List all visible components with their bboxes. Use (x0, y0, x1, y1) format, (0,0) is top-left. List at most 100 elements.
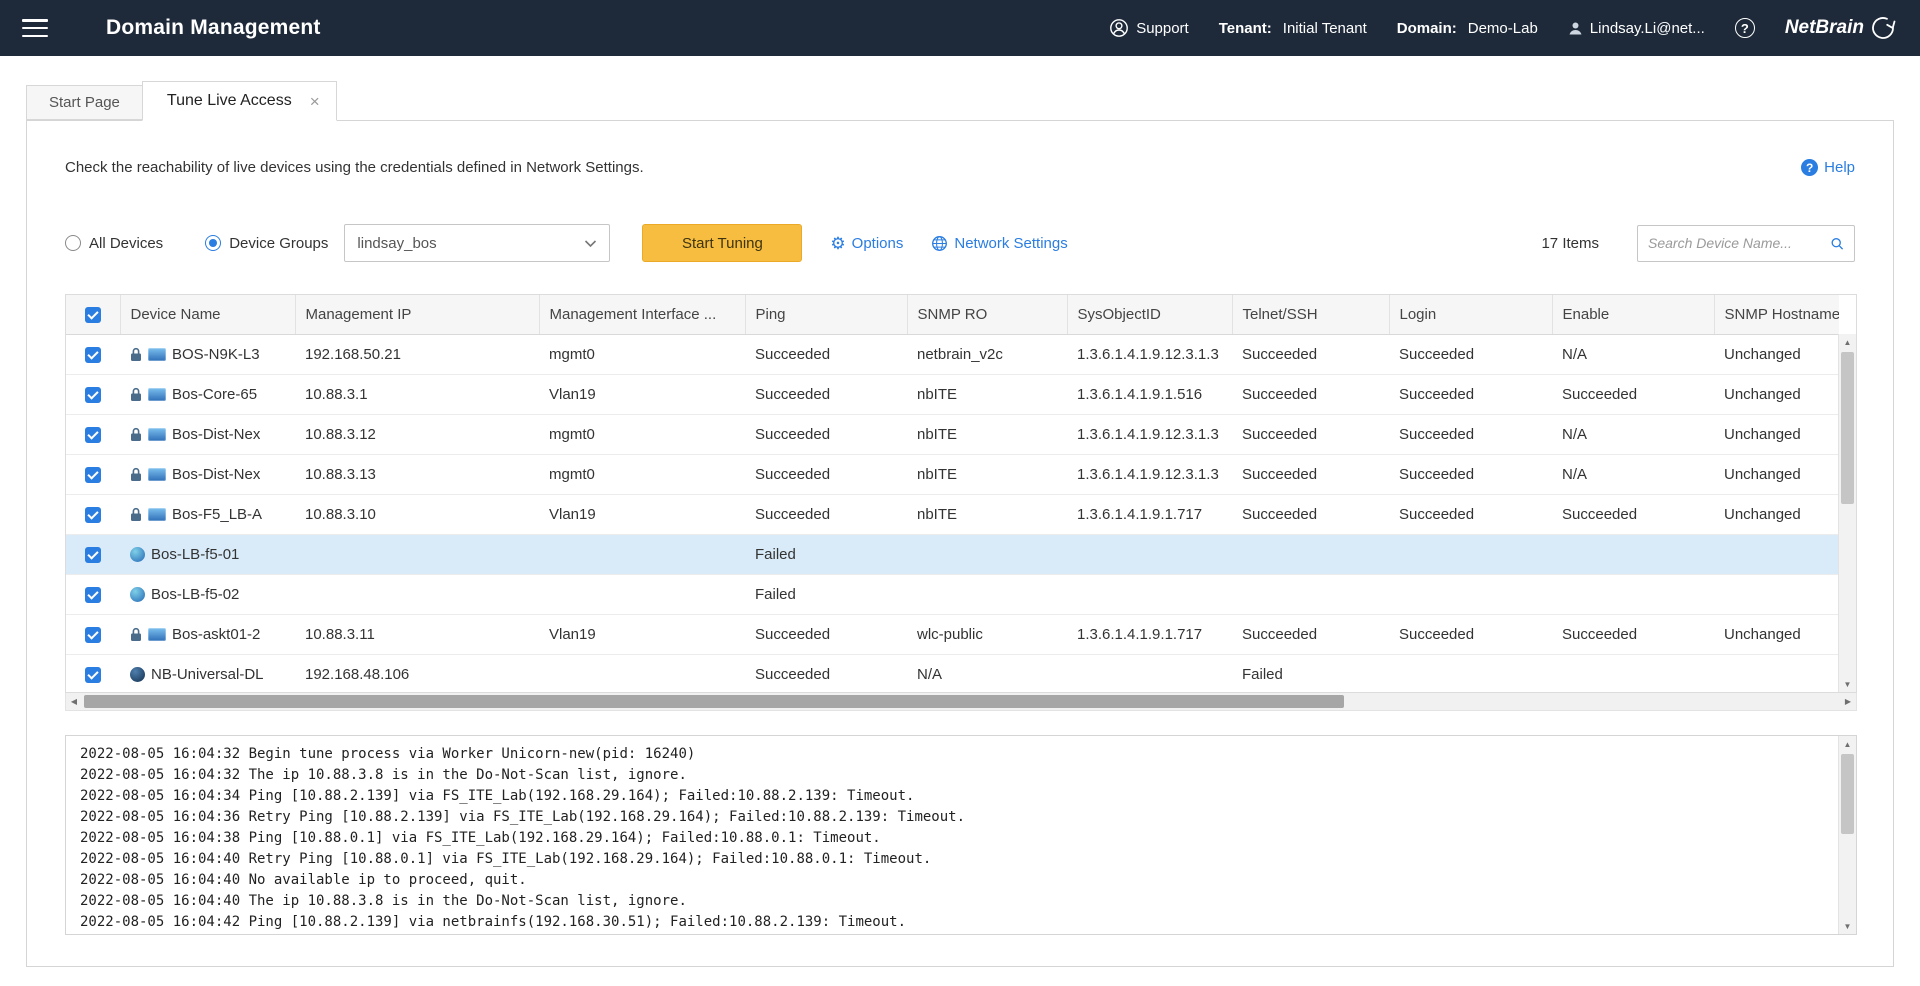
table-row[interactable]: Bos-Dist-Nex10.88.3.12mgmt0SucceedednbIT… (66, 414, 1839, 454)
log-line: 2022-08-05 16:04:32 Begin tune process v… (80, 744, 1826, 765)
cell-mgmt-if: Vlan19 (539, 374, 745, 414)
radio-all-devices-label: All Devices (89, 235, 163, 252)
column-header[interactable]: Enable (1552, 295, 1714, 334)
cell-login: Succeeded (1389, 414, 1552, 454)
device-group-select[interactable]: lindsay_bos (344, 224, 610, 262)
row-checkbox[interactable] (85, 387, 101, 403)
scroll-up-arrow-icon[interactable]: ▲ (1839, 334, 1856, 350)
cell-login (1389, 574, 1552, 614)
cell-sysobjectid: 1.3.6.1.4.1.9.12.3.1.3 (1067, 454, 1232, 494)
cell-sysobjectid: 1.3.6.1.4.1.9.12.3.1.3 (1067, 334, 1232, 374)
table-row[interactable]: Bos-F5_LB-A10.88.3.10Vlan19SucceedednbIT… (66, 494, 1839, 534)
user-menu[interactable]: Lindsay.Li@net... (1568, 20, 1705, 37)
table-row[interactable]: Bos-Core-6510.88.3.1Vlan19SucceedednbITE… (66, 374, 1839, 414)
column-header[interactable]: SNMP RO (907, 295, 1067, 334)
cell-telnet-ssh: Succeeded (1232, 614, 1389, 654)
scroll-right-arrow-icon[interactable]: ▶ (1840, 693, 1856, 710)
cell-mgmt-ip (295, 574, 539, 614)
cell-enable (1552, 534, 1714, 574)
cell-sysobjectid (1067, 534, 1232, 574)
column-header[interactable]: Device Name (120, 295, 295, 334)
device-icon (148, 628, 166, 641)
lock-icon (130, 507, 142, 522)
table-vertical-scrollbar[interactable]: ▲ ▼ (1838, 334, 1856, 692)
row-checkbox[interactable] (85, 427, 101, 443)
column-header[interactable]: Ping (745, 295, 907, 334)
log-vertical-scrollbar-thumb[interactable] (1841, 754, 1854, 834)
scroll-down-arrow-icon[interactable]: ▼ (1839, 676, 1856, 692)
table-horizontal-scrollbar[interactable]: ◀ ▶ (65, 693, 1857, 711)
row-checkbox[interactable] (85, 667, 101, 683)
search-icon[interactable] (1830, 234, 1844, 253)
row-checkbox[interactable] (85, 627, 101, 643)
column-header[interactable]: Telnet/SSH (1232, 295, 1389, 334)
log-lines: 2022-08-05 16:04:32 Begin tune process v… (80, 744, 1826, 933)
cell-ping: Succeeded (745, 494, 907, 534)
help-icon[interactable]: ? (1735, 18, 1755, 38)
cell-mgmt-ip (295, 534, 539, 574)
search-input[interactable] (1648, 235, 1830, 251)
table-vertical-scrollbar-thumb[interactable] (1841, 352, 1854, 504)
column-header[interactable]: SNMP Hostname (1714, 295, 1839, 334)
top-navigation-bar: Domain Management Support Tenant: Initia… (0, 0, 1920, 56)
radio-device-groups[interactable]: Device Groups (205, 235, 328, 252)
help-link-label: Help (1824, 159, 1855, 176)
table-row[interactable]: NB-Universal-DL192.168.48.106SucceededN/… (66, 654, 1839, 692)
cell-snmp-hostname: Unchanged (1714, 494, 1839, 534)
items-count: 17 Items (1541, 235, 1599, 252)
cell-sysobjectid: 1.3.6.1.4.1.9.1.717 (1067, 494, 1232, 534)
lock-icon (130, 627, 142, 642)
row-checkbox[interactable] (85, 507, 101, 523)
cell-device-name: Bos-LB-f5-01 (120, 534, 295, 574)
cell-device-name: NB-Universal-DL (120, 654, 295, 692)
table-row[interactable]: Bos-LB-f5-02Failed (66, 574, 1839, 614)
radio-all-devices-circle-icon[interactable] (65, 235, 81, 251)
row-checkbox[interactable] (85, 347, 101, 363)
row-checkbox[interactable] (85, 547, 101, 563)
netbrain-logo-text: NetBrain (1785, 17, 1864, 39)
log-line: 2022-08-05 16:04:42 Ping [10.88.2.139] v… (80, 912, 1826, 933)
radio-all-devices[interactable]: All Devices (65, 235, 163, 252)
options-button[interactable]: ⚙ Options (830, 235, 903, 252)
cell-login (1389, 534, 1552, 574)
tab-start-page-label: Start Page (49, 94, 120, 111)
table-row[interactable]: Bos-LB-f5-01Failed (66, 534, 1839, 574)
tab-start-page[interactable]: Start Page (26, 85, 143, 120)
start-tuning-button[interactable]: Start Tuning (642, 224, 802, 262)
domain-indicator: Domain: Demo-Lab (1397, 20, 1538, 37)
device-group-select-value: lindsay_bos (357, 235, 436, 252)
device-name: NB-Universal-DL (151, 666, 264, 683)
select-all-checkbox[interactable] (85, 307, 101, 323)
table-row[interactable]: Bos-askt01-210.88.3.11Vlan19Succeededwlc… (66, 614, 1839, 654)
scroll-left-arrow-icon[interactable]: ◀ (66, 693, 82, 710)
cell-sysobjectid (1067, 654, 1232, 692)
support-link[interactable]: Support (1109, 18, 1189, 38)
row-checkbox[interactable] (85, 467, 101, 483)
tab-tune-live-access[interactable]: Tune Live Access × (142, 81, 337, 121)
table-row[interactable]: BOS-N9K-L3192.168.50.21mgmt0Succeedednet… (66, 334, 1839, 374)
column-header[interactable]: Login (1389, 295, 1552, 334)
table-row[interactable]: Bos-Dist-Nex10.88.3.13mgmt0SucceedednbIT… (66, 454, 1839, 494)
log-vertical-scrollbar[interactable]: ▲ ▼ (1838, 736, 1856, 934)
tune-live-access-panel: Check the reachability of live devices u… (26, 120, 1894, 967)
close-tab-icon[interactable]: × (310, 93, 320, 110)
row-checkbox[interactable] (85, 587, 101, 603)
radio-device-groups-circle-icon[interactable] (205, 235, 221, 251)
hamburger-menu-icon[interactable] (22, 19, 48, 37)
network-settings-button[interactable]: Network Settings (931, 235, 1067, 252)
cell-telnet-ssh: Succeeded (1232, 494, 1389, 534)
tenant-indicator: Tenant: Initial Tenant (1219, 20, 1367, 37)
tab-tune-live-access-label: Tune Live Access (167, 92, 292, 110)
cell-login: Succeeded (1389, 454, 1552, 494)
column-header[interactable]: Management IP (295, 295, 539, 334)
help-link[interactable]: ? Help (1801, 159, 1855, 176)
table-horizontal-scrollbar-thumb[interactable] (84, 695, 1344, 708)
column-header[interactable]: SysObjectID (1067, 295, 1232, 334)
log-line: 2022-08-05 16:04:40 Retry Ping [10.88.0.… (80, 849, 1826, 870)
log-scroll-up-arrow-icon[interactable]: ▲ (1839, 736, 1856, 752)
cell-enable: Succeeded (1552, 494, 1714, 534)
cell-mgmt-ip: 10.88.3.11 (295, 614, 539, 654)
log-scroll-down-arrow-icon[interactable]: ▼ (1839, 918, 1856, 934)
device-search-box[interactable] (1637, 225, 1855, 262)
column-header[interactable]: Management Interface ... (539, 295, 745, 334)
